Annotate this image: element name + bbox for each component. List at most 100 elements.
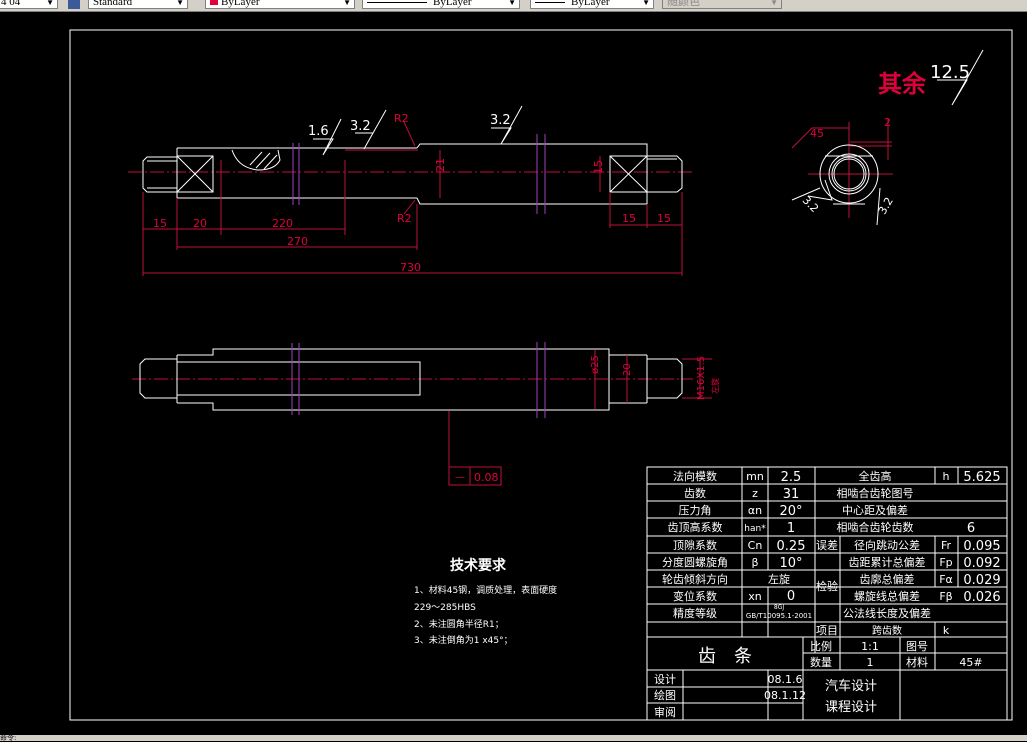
chevron-down-icon: ▼ (508, 0, 516, 7)
param-value: 左旋 (768, 572, 790, 586)
tech-line: 1、材料45钢，调质处理，表面硬度 (414, 584, 557, 596)
chevron-down-icon: ▼ (343, 0, 351, 7)
param-name: 齿数 (684, 487, 706, 500)
param-name: 相啮合齿轮图号 (837, 486, 914, 500)
chevron-down-icon: ▼ (770, 0, 778, 7)
text-style-icon[interactable] (68, 0, 80, 9)
color-combo[interactable]: ByLayer ▼ (205, 0, 355, 9)
param-symbol: αn (748, 504, 762, 517)
param-value: GB/T10095.1-2001 (746, 612, 812, 620)
param-symbol: Fα (939, 573, 953, 586)
param-value: 0 (787, 589, 795, 604)
param-name: 螺旋线总偏差 (854, 589, 920, 603)
qty-label: 数量 (810, 656, 832, 669)
tech-line: 3、未注倒角为1 x45°； (414, 634, 513, 646)
draw-label: 绘图 (654, 688, 676, 702)
param-name: 全齿高 (859, 469, 892, 483)
lineweight-preview (535, 1, 565, 3)
roughness-3-2-b: 3.2 (490, 113, 511, 128)
gear-parameter-table: 法向模数 mn 2.5 齿数 z 31 压力角 αn 20° 齿顶高系数 han* 1 顶隙系数… (646, 466, 1008, 721)
chamfer-45: 45 (810, 127, 824, 140)
tolerance-value: 0.08 (474, 471, 499, 484)
course-name: 汽车设计 (825, 678, 877, 694)
param-value: 0.25 (777, 539, 806, 554)
param-name: 压力角 (679, 504, 712, 517)
param-symbol: Fβ (939, 590, 952, 603)
thread-note: 左旋 (710, 378, 720, 394)
color-value: ByLayer (221, 0, 260, 8)
qty-value: 1 (867, 656, 874, 669)
thread-dim: M16X1.5 (696, 356, 707, 400)
design-label: 设计 (654, 673, 676, 686)
tolerance-symbol: — (455, 472, 465, 483)
review-label: 审阅 (654, 705, 676, 719)
command-line[interactable]: 命令: (0, 735, 1027, 742)
dim-20-vertical: 20 (622, 363, 633, 376)
param-name: 中心距及偏差 (842, 503, 908, 517)
linetype-preview (367, 1, 427, 3)
tech-line: 229～285HBS (414, 603, 476, 613)
draw-date: 08.1.12 (764, 689, 806, 702)
other-label: 其余 (878, 70, 927, 98)
param-name: 法向模数 (673, 469, 717, 483)
param-symbol: h (943, 470, 950, 483)
chevron-down-icon: ▼ (46, 0, 54, 7)
param-symbol: z (752, 487, 758, 500)
param-value: 6 (967, 521, 975, 536)
color-swatch (210, 0, 218, 5)
course-type: 课程设计 (825, 700, 877, 715)
param-name: 相啮合齿轮齿数 (837, 520, 914, 534)
param-symbol: β (751, 556, 758, 569)
linetype-combo[interactable]: ByLayer ▼ (362, 0, 520, 9)
section-roughness-left: 3.2 (800, 194, 822, 216)
param-value: 10° (779, 556, 802, 571)
param-name: 径向跳动公差 (854, 538, 920, 552)
roughness-other: 其余 12.5 (878, 49, 984, 106)
material-label: 材料 (906, 655, 928, 669)
param-name: 轮齿倾斜方向 (662, 572, 728, 586)
param-symbol: k (943, 624, 950, 637)
material-value: 45# (959, 656, 982, 669)
param-symbol: Cn (748, 539, 763, 552)
dim-15-c: 15 (657, 212, 671, 225)
dim-21: 21 (434, 158, 447, 172)
shaft-top-view: ø25 20 M16X1.5 左旋 — 0.08 (132, 342, 720, 486)
dim-15: 15 (153, 217, 167, 230)
group-label: 检验 (816, 579, 838, 593)
chevron-down-icon: ▼ (642, 0, 650, 7)
text-style-combo[interactable]: Standard ▼ (88, 0, 188, 9)
param-value: 0.026 (963, 590, 1000, 605)
param-value-grade: 8GJ (774, 604, 784, 611)
param-name: 跨齿数 (872, 624, 902, 637)
param-value: 2.5 (781, 470, 802, 485)
design-date: 08.1.6 (768, 673, 803, 686)
shaft-front-view: 15 20 220 270 730 21 15 15 15 R2 R2 1.6 … (128, 105, 695, 276)
dim-270: 270 (287, 235, 308, 248)
param-symbol: han* (744, 524, 766, 534)
linetype-value: ByLayer (433, 0, 472, 8)
part-name: 齿 条 (698, 646, 752, 667)
technical-requirements: 技术要求 1、材料45钢，调质处理，表面硬度 229～285HBS 2、未注圆角… (414, 557, 557, 646)
group-label: 项目 (816, 624, 838, 637)
lineweight-combo[interactable]: ByLayer ▼ (530, 0, 654, 9)
drawing-canvas[interactable]: 15 20 220 270 730 21 15 15 15 R2 R2 1.6 … (0, 12, 1027, 735)
tech-line: 2、未注圆角半径R1； (414, 618, 504, 630)
radius-top: R2 (394, 112, 409, 125)
dim-20: 20 (193, 217, 207, 230)
param-value: 31 (783, 487, 800, 502)
properties-toolbar: 4 04 ▼ Standard ▼ ByLayer ▼ ByLayer ▼ ByLaye… (0, 0, 1027, 12)
group-label: 误差 (816, 538, 838, 552)
param-name: 分度圆螺旋角 (662, 555, 728, 569)
param-value: 5.625 (963, 470, 1000, 485)
text-style-value: Standard (93, 0, 133, 8)
dim-220: 220 (272, 217, 293, 230)
param-value: 0.092 (963, 556, 1000, 571)
param-value: 0.029 (963, 573, 1000, 588)
param-symbol: xn (748, 590, 762, 603)
chevron-down-icon: ▼ (176, 0, 184, 7)
param-name: 顶隙系数 (673, 538, 717, 552)
scale-combo[interactable]: 4 04 ▼ (0, 0, 58, 9)
roughness-1-6: 1.6 (308, 124, 329, 139)
param-name: 变位系数 (673, 589, 717, 603)
param-value: 20° (779, 504, 802, 519)
